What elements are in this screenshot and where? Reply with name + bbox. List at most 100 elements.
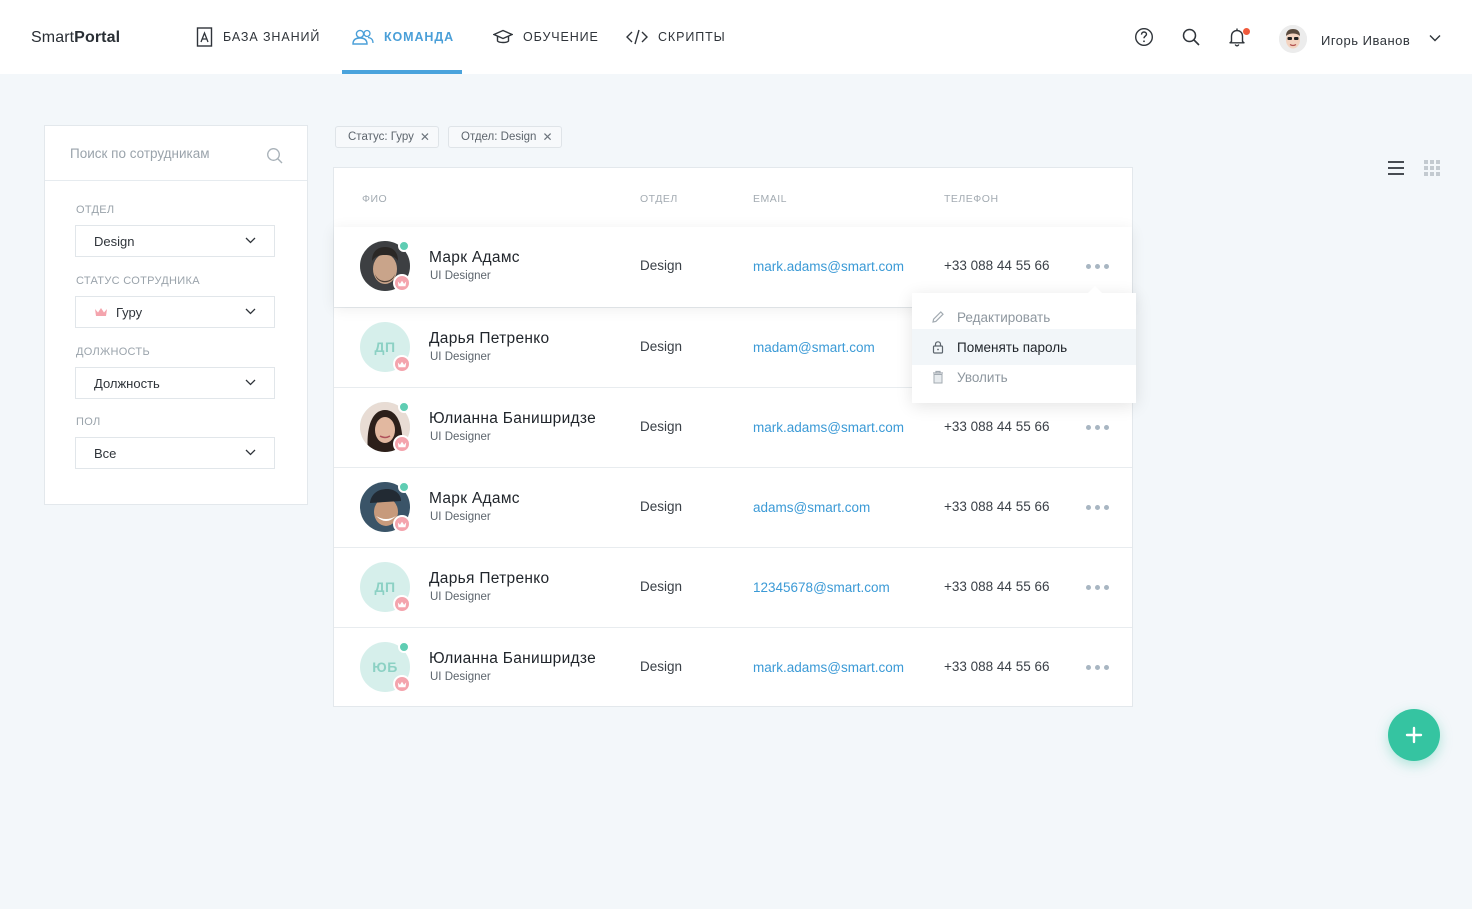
employee-department: Design	[640, 258, 683, 273]
graduation-cap-icon	[493, 29, 513, 44]
user-avatar[interactable]	[1279, 25, 1307, 53]
employee-email[interactable]: 12345678@smart.com	[753, 580, 890, 595]
employee-email[interactable]: mark.adams@smart.com	[753, 660, 904, 675]
position-select[interactable]: Должность	[75, 367, 275, 399]
employee-department: Design	[640, 339, 683, 354]
employee-department: Design	[640, 499, 683, 514]
user-name[interactable]: Игорь Иванов	[1321, 33, 1410, 48]
select-value: Design	[94, 233, 135, 249]
online-status-dot	[398, 641, 410, 653]
nav-label: База знаний	[223, 30, 321, 44]
more-actions-icon[interactable]	[1086, 505, 1109, 510]
filter-chip-department[interactable]: Отдел: Design ✕	[448, 126, 562, 148]
filter-label-status: Статус сотрудника	[76, 275, 200, 287]
search-icon[interactable]	[1181, 27, 1201, 47]
employee-role: UI Designer	[430, 351, 491, 363]
more-actions-icon[interactable]	[1086, 665, 1109, 670]
employee-name[interactable]: Юлианна Банишридзе	[429, 650, 596, 668]
employees-table: ФИО Отдел Email Телефон Марк Адамс UI De…	[333, 167, 1133, 707]
employee-phone: +33 088 44 55 66	[944, 419, 1050, 434]
nav-label: Скрипты	[658, 30, 726, 44]
users-icon	[352, 29, 374, 45]
logo[interactable]: SmartPortal	[31, 29, 120, 47]
filter-chip-status[interactable]: Статус: Гуру ✕	[335, 126, 439, 148]
employee-role: UI Designer	[430, 431, 491, 443]
close-icon[interactable]: ✕	[542, 130, 552, 144]
close-icon[interactable]: ✕	[420, 130, 430, 144]
select-value: Должность	[94, 375, 160, 391]
crown-icon	[393, 435, 411, 453]
help-icon[interactable]	[1134, 27, 1154, 47]
column-header-department[interactable]: Отдел	[640, 193, 678, 205]
employee-role: UI Designer	[430, 591, 491, 603]
table-row[interactable]: ДП Дарья Петренко UI Designer Design 123…	[334, 547, 1132, 627]
nav-item-scripts[interactable]: Скрипты	[626, 0, 726, 74]
select-value: Все	[94, 445, 117, 461]
employee-role: UI Designer	[430, 270, 491, 282]
search-icon[interactable]	[266, 147, 284, 165]
notification-dot	[1243, 28, 1250, 35]
crown-icon	[393, 595, 411, 613]
employee-email[interactable]: madam@smart.com	[753, 340, 875, 355]
column-header-email[interactable]: Email	[753, 193, 787, 205]
grid-view-icon[interactable]	[1424, 160, 1440, 176]
add-employee-button[interactable]	[1388, 709, 1440, 761]
menu-item-fire[interactable]: Уволить	[912, 359, 1136, 395]
employee-name[interactable]: Дарья Петренко	[429, 570, 549, 588]
status-select[interactable]: Гуру	[75, 296, 275, 328]
employee-name[interactable]: Дарья Петренко	[429, 330, 549, 348]
chip-label: Отдел: Design	[461, 131, 537, 143]
chip-label: Статус: Гуру	[348, 131, 414, 143]
employee-phone: +33 088 44 55 66	[944, 258, 1050, 273]
online-status-dot	[398, 481, 410, 493]
crown-icon	[393, 675, 411, 693]
code-icon	[626, 29, 648, 45]
row-actions-menu: Редактировать Поменять пароль Уволить	[912, 286, 1136, 403]
employee-role: UI Designer	[430, 671, 491, 683]
table-row[interactable]: ЮБ Юлианна Банишридзе UI Designer Design…	[334, 627, 1132, 707]
more-actions-icon[interactable]	[1086, 264, 1109, 269]
online-status-dot	[398, 240, 410, 252]
employee-phone: +33 088 44 55 66	[944, 659, 1050, 674]
chevron-down-icon	[245, 237, 256, 244]
list-view-icon[interactable]	[1387, 160, 1405, 176]
employee-name[interactable]: Марк Адамс	[429, 249, 520, 267]
pencil-icon	[932, 311, 944, 323]
employee-department: Design	[640, 659, 683, 674]
chevron-down-icon	[245, 379, 256, 386]
select-value: Гуру	[116, 304, 143, 320]
gender-select[interactable]: Все	[75, 437, 275, 469]
table-row[interactable]: Марк Адамс UI Designer Design adams@smar…	[334, 467, 1132, 547]
employee-phone: +33 088 44 55 66	[944, 579, 1050, 594]
department-select[interactable]: Design	[75, 225, 275, 257]
column-header-phone[interactable]: Телефон	[944, 193, 999, 205]
crown-icon	[393, 515, 411, 533]
employee-email[interactable]: mark.adams@smart.com	[753, 259, 904, 274]
nav-item-knowledge-base[interactable]: База знаний	[196, 0, 320, 74]
employee-email[interactable]: mark.adams@smart.com	[753, 420, 904, 435]
employee-name[interactable]: Марк Адамс	[429, 490, 520, 508]
column-header-name[interactable]: ФИО	[362, 193, 387, 205]
chevron-down-icon	[245, 308, 256, 315]
more-actions-icon[interactable]	[1086, 425, 1109, 430]
menu-item-label: Уволить	[957, 369, 1008, 385]
chevron-down-icon[interactable]	[1429, 34, 1441, 42]
employee-department: Design	[640, 419, 683, 434]
menu-item-label: Поменять пароль	[957, 339, 1068, 355]
more-actions-icon[interactable]	[1086, 585, 1109, 590]
filter-label-position: Должность	[76, 346, 150, 358]
nav-item-learning[interactable]: Обучение	[493, 0, 599, 74]
crown-icon	[393, 355, 411, 373]
employee-role: UI Designer	[430, 511, 491, 523]
employee-name[interactable]: Юлианна Банишридзе	[429, 410, 596, 428]
active-tab-indicator	[342, 70, 462, 74]
user-avatar-image	[1279, 25, 1307, 53]
online-status-dot	[398, 401, 410, 413]
nav-item-team[interactable]: Команда	[352, 0, 454, 74]
nav-label: Команда	[384, 30, 455, 44]
employee-department: Design	[640, 579, 683, 594]
filter-label-gender: Пол	[76, 416, 101, 428]
filters-sidebar: Отдел Design Статус сотрудника Гуру Долж…	[44, 125, 308, 505]
top-header: SmartPortal База знаний Команда Обучение…	[0, 0, 1472, 74]
employee-email[interactable]: adams@smart.com	[753, 500, 870, 515]
